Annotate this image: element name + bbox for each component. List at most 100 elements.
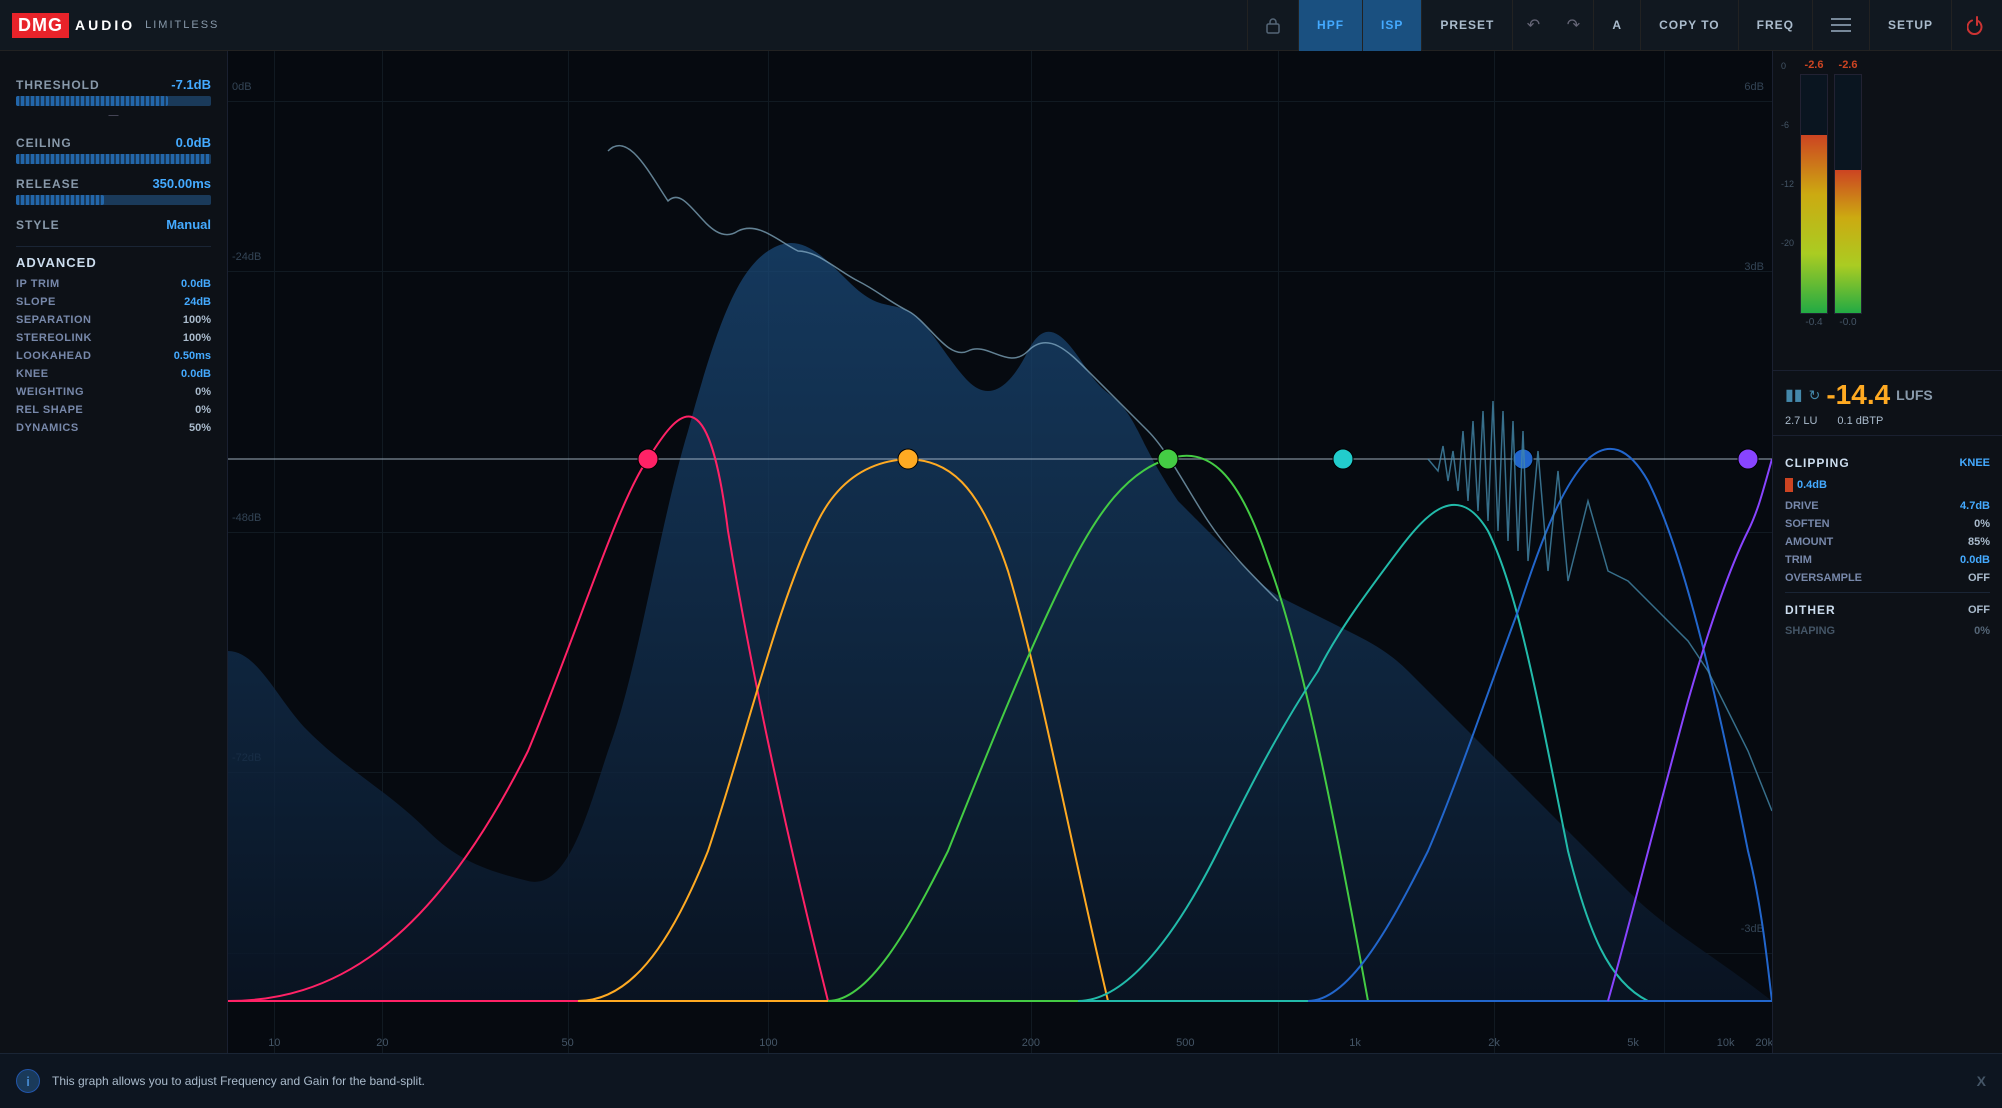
menu-button[interactable] [1812,0,1869,51]
lookahead-label: LOOKAHEAD [16,350,91,362]
stereolink-value: 100% [183,332,211,344]
lufs-row: ▮▮ ↻ -14.4 LUFS [1785,379,1990,411]
freq-20k: 20k [1755,1037,1772,1049]
spectrum-svg [228,51,1772,1053]
preset-button[interactable]: PRESET [1421,0,1512,51]
isp-button[interactable]: ISP [1362,0,1421,51]
freq-button[interactable]: FREQ [1738,0,1812,51]
lufs-sub-row: 2.7 LU 0.1 dBTP [1785,415,1990,427]
style-value: Manual [166,217,211,232]
close-button[interactable]: X [1977,1073,1986,1089]
knee-link[interactable]: KNEE [1959,457,1990,469]
right-peak-bottom: -0.0 [1839,317,1856,328]
freq-200: 200 [1022,1037,1040,1049]
rel-shape-label: REL SHAPE [16,404,83,416]
a-button[interactable]: A [1593,0,1640,51]
rel-shape-row: REL SHAPE 0% [16,404,211,416]
freq-2k: 2k [1488,1037,1500,1049]
lufs-section: ▮▮ ↻ -14.4 LUFS 2.7 LU 0.1 dBTP [1773,371,2002,436]
ceiling-row: CEILING 0.0dB [16,135,211,150]
trim-value: 0.0dB [1960,554,1990,566]
logo-audio: AUDIO [75,17,135,33]
oversample-value: OFF [1968,572,1990,584]
freq-50: 50 [562,1037,574,1049]
release-slider[interactable] [16,195,211,205]
logo-area: DMG AUDIO LIMITLESS [0,13,231,38]
dbtp-label: 0.1 dBTP [1837,415,1883,427]
pause-icon[interactable]: ▮▮ [1785,385,1803,405]
freq-500: 500 [1176,1037,1194,1049]
threshold-slider[interactable] [16,96,211,106]
ip-trim-value: 0.0dB [181,278,211,290]
clipping-indicator: 0.4dB [1785,478,1990,492]
db-label-48db: -48dB [232,512,261,524]
db-label-0db: 0dB [232,81,252,93]
separation-value: 100% [183,314,211,326]
knee-row: KNEE 0.0dB [16,368,211,380]
power-button[interactable] [1951,0,2002,51]
freq-10: 10 [268,1037,280,1049]
db-label-24db: -24dB [232,251,261,263]
undo-redo-area: ↶ ↷ [1512,0,1593,51]
db-label-right-neg3db: -3dB [1741,923,1764,935]
soften-label: SOFTEN [1785,518,1830,530]
lufs-unit: LUFS [1896,387,1933,403]
lookahead-value: 0.50ms [174,350,211,362]
copy-to-button[interactable]: COPY TO [1640,0,1738,51]
dynamics-row: DYNAMICS 50% [16,422,211,434]
separation-label: SEPARATION [16,314,92,326]
setup-button[interactable]: SETUP [1869,0,1951,51]
slope-value: 24dB [184,296,211,308]
scale-20: -20 [1781,238,1794,248]
drive-value: 4.7dB [1960,500,1990,512]
weighting-value: 0% [195,386,211,398]
amount-row: AMOUNT 85% [1785,536,1990,548]
lock-button[interactable] [1247,0,1298,51]
weighting-row: WEIGHTING 0% [16,386,211,398]
threshold-label: THRESHOLD [16,78,100,92]
slope-row: SLOPE 24dB [16,296,211,308]
loop-icon[interactable]: ↻ [1809,387,1821,404]
trim-row: TRIM 0.0dB [1785,554,1990,566]
left-peak-bottom: -0.4 [1805,317,1822,328]
scale-6: -6 [1781,120,1794,130]
divider-1 [16,246,211,247]
lufs-value: -14.4 [1826,379,1890,411]
db-label-right-3db: 3dB [1744,261,1764,273]
divider-dither [1785,592,1990,593]
spectrum-display[interactable]: 0dB -24dB -48dB -72dB 6dB 3dB -3dB 10 20… [228,51,1772,1053]
soften-value: 0% [1974,518,1990,530]
dynamics-label: DYNAMICS [16,422,79,434]
ip-trim-label: IP TRIM [16,278,60,290]
scale-12: -12 [1781,179,1794,189]
main-area: THRESHOLD -7.1dB ⎯⎯ CEILING 0.0dB RELEAS… [0,51,2002,1053]
right-panel: 0 -6 -12 -20 -2.6 -0.4 -2.6 -0.0 [1772,51,2002,1053]
drive-label: DRIVE [1785,500,1819,512]
redo-button[interactable]: ↷ [1553,0,1593,51]
undo-button[interactable]: ↶ [1513,0,1553,51]
lookahead-row: LOOKAHEAD 0.50ms [16,350,211,362]
right-peak-label: -2.6 [1839,59,1858,71]
hpf-button[interactable]: HPF [1298,0,1362,51]
release-row: RELEASE 350.00ms [16,176,211,191]
info-icon: i [16,1069,40,1093]
advanced-title: ADVANCED [16,255,211,270]
separation-row: SEPARATION 100% [16,314,211,326]
rel-shape-value: 0% [195,404,211,416]
dither-header: DITHER OFF [1785,603,1990,617]
soften-row: SOFTEN 0% [1785,518,1990,530]
shaping-row: SHAPING 0% [1785,625,1990,637]
knee-label: KNEE [16,368,49,380]
release-value: 350.00ms [152,176,211,191]
dither-value: OFF [1968,604,1990,616]
threshold-row: THRESHOLD -7.1dB [16,77,211,92]
slope-label: SLOPE [16,296,56,308]
dither-title: DITHER [1785,603,1836,617]
ceiling-slider[interactable] [16,154,211,164]
knee-value: 0.0dB [181,368,211,380]
freq-20: 20 [376,1037,388,1049]
ceiling-value: 0.0dB [176,135,211,150]
trim-label: TRIM [1785,554,1812,566]
right-meter-bar [1834,74,1862,314]
db-label-right-6db: 6dB [1744,81,1764,93]
